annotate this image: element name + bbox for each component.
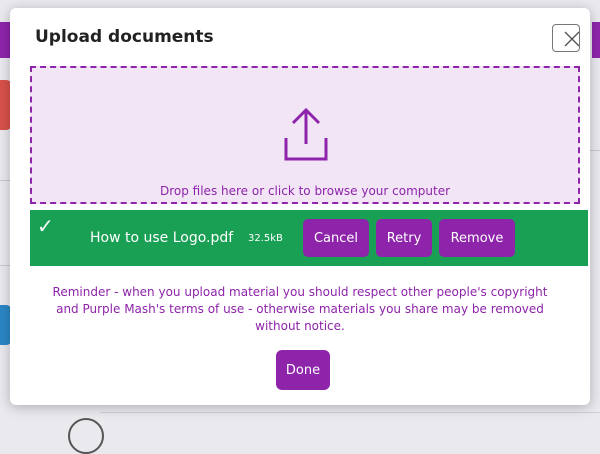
uploaded-file-row: ✓ How to use Logo.pdf 32.5kB Cancel Retr… (30, 210, 588, 266)
done-button[interactable]: Done (276, 350, 330, 390)
file-name: How to use Logo.pdf (90, 230, 234, 246)
checkmark-icon: ✓ (37, 214, 54, 238)
retry-button[interactable]: Retry (376, 219, 432, 257)
background-divider (590, 150, 600, 151)
background-divider (0, 180, 10, 181)
file-dropzone[interactable]: Drop files here or click to browse your … (30, 66, 580, 204)
copyright-reminder: Reminder - when you upload material you … (52, 285, 548, 333)
background-grid (100, 412, 600, 432)
remove-button[interactable]: Remove (439, 219, 515, 257)
upload-icon (284, 107, 328, 161)
cancel-button[interactable]: Cancel (303, 219, 369, 257)
upload-dialog: Upload documents Drop files here or clic… (10, 8, 590, 405)
close-x-icon (564, 31, 580, 47)
background-header-right (592, 22, 600, 58)
dialog-title: Upload documents (35, 27, 214, 47)
background-circle (68, 418, 104, 454)
dropzone-hint: Drop files here or click to browse your … (159, 184, 451, 198)
file-size: 32.5kB (248, 233, 283, 244)
close-button[interactable] (552, 24, 580, 52)
background-divider (0, 265, 10, 266)
